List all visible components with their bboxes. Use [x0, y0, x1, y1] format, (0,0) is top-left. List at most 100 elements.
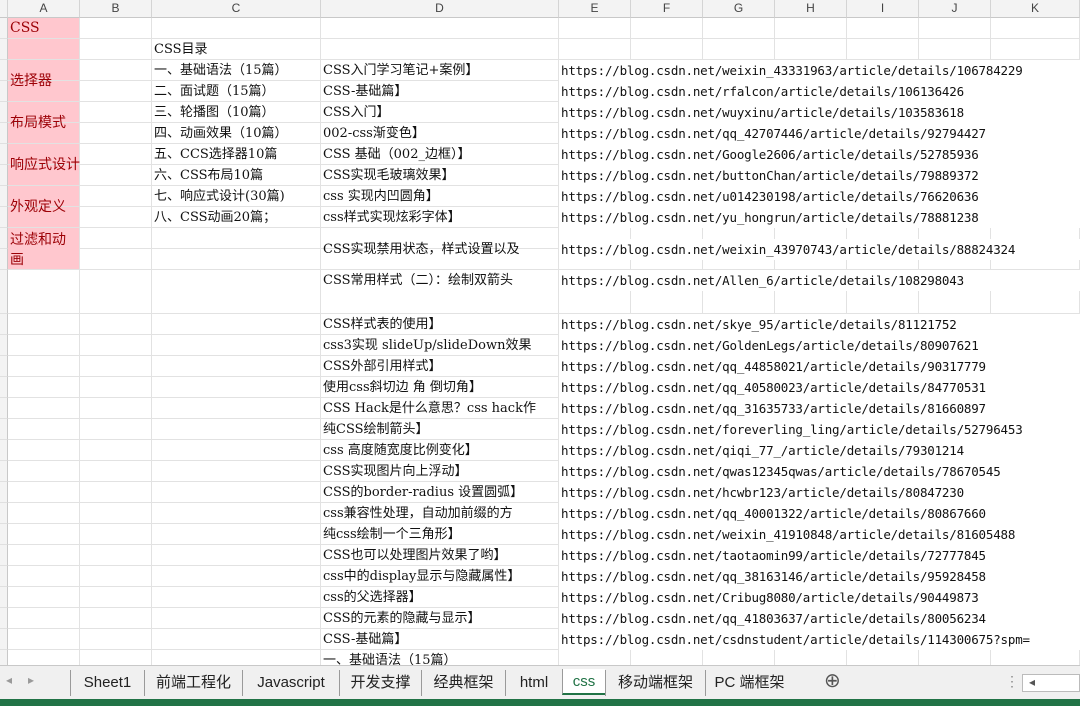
grid-cell[interactable] [80, 398, 152, 419]
article-url[interactable]: https://blog.csdn.net/hcwbr123/article/d… [559, 482, 1080, 503]
grid-cell[interactable] [80, 419, 152, 440]
article-url[interactable]: https://blog.csdn.net/qq_44858021/articl… [559, 356, 1080, 377]
grid-cell[interactable] [152, 566, 321, 587]
grid-cell[interactable] [80, 186, 152, 207]
category-cell[interactable] [8, 39, 80, 60]
column-header-g[interactable]: G [703, 0, 775, 18]
grid-cell[interactable] [80, 608, 152, 629]
spreadsheet-grid[interactable]: A B C D E F G H I J K CSS 选择器 布局模式 响应式设计 外观定义 过滤和动画 CSS目录… [0, 0, 1080, 665]
row-header[interactable] [0, 356, 8, 377]
grid-cell[interactable] [80, 144, 152, 165]
grid-cell[interactable] [8, 335, 80, 356]
grid-cell[interactable] [152, 524, 321, 545]
row-header[interactable] [0, 81, 8, 102]
grid-cell[interactable] [152, 545, 321, 566]
grid-cell[interactable] [8, 398, 80, 419]
row-header[interactable] [0, 440, 8, 461]
column-header-c[interactable]: C [152, 0, 321, 18]
row-header[interactable] [0, 102, 8, 123]
grid-cell[interactable] [631, 39, 703, 60]
row-header[interactable] [0, 524, 8, 545]
grid-cell[interactable] [80, 81, 152, 102]
grid-cell[interactable] [80, 440, 152, 461]
article-url[interactable]: https://blog.csdn.net/csdnstudent/articl… [559, 629, 1080, 650]
article-url[interactable]: https://blog.csdn.net/yu_hongrun/article… [559, 207, 1080, 228]
row-header[interactable] [0, 18, 8, 39]
grid-cell[interactable] [80, 524, 152, 545]
grid-cell[interactable] [559, 39, 631, 60]
row-header[interactable] [0, 186, 8, 207]
sheet-tab-经典框架[interactable]: 经典框架 [421, 670, 505, 696]
grid-cell[interactable] [8, 608, 80, 629]
row-header[interactable] [0, 398, 8, 419]
article-url[interactable]: https://blog.csdn.net/qq_38163146/articl… [559, 566, 1080, 587]
grid-cell[interactable] [919, 650, 991, 665]
grid-cell[interactable] [80, 356, 152, 377]
grid-cell[interactable] [152, 398, 321, 419]
grid-cell[interactable] [80, 39, 152, 60]
grid-cell[interactable] [8, 524, 80, 545]
grid-cell[interactable] [80, 102, 152, 123]
article-url[interactable]: https://blog.csdn.net/foreverling_ling/a… [559, 419, 1080, 440]
article-url[interactable]: https://blog.csdn.net/weixin_43970743/ar… [559, 238, 1080, 260]
column-header-i[interactable]: I [847, 0, 919, 18]
grid-cell[interactable] [775, 39, 847, 60]
grid-cell[interactable] [152, 335, 321, 356]
next-sheet-icon[interactable]: ▸ [28, 673, 34, 687]
grid-cell[interactable] [80, 650, 152, 665]
grid-cell[interactable] [152, 314, 321, 335]
grid-cell[interactable] [847, 39, 919, 60]
sheet-tab-css[interactable]: css [562, 669, 605, 695]
add-sheet-icon[interactable]: ⊕ [824, 668, 841, 693]
column-header-b[interactable]: B [80, 0, 152, 18]
grid-cell[interactable] [152, 461, 321, 482]
row-header[interactable] [0, 314, 8, 335]
article-url[interactable]: https://blog.csdn.net/qwas12345qwas/arti… [559, 461, 1080, 482]
article-url[interactable]: https://blog.csdn.net/Google2606/article… [559, 144, 1080, 165]
grid-cell[interactable] [152, 356, 321, 377]
grid-cell[interactable] [152, 650, 321, 665]
row-header[interactable] [0, 482, 8, 503]
grid-cell[interactable] [775, 18, 847, 39]
article-url[interactable]: https://blog.csdn.net/qiqi_77_/article/d… [559, 440, 1080, 461]
grid-cell[interactable] [8, 650, 80, 665]
grid-cell[interactable] [321, 39, 559, 60]
grid-cell[interactable] [152, 249, 321, 270]
prev-sheet-icon[interactable]: ◂ [6, 673, 12, 687]
grid-cell[interactable] [991, 650, 1080, 665]
row-header[interactable] [0, 228, 8, 249]
sheet-tab-开发支撑[interactable]: 开发支撑 [339, 670, 421, 696]
grid-cell[interactable] [152, 419, 321, 440]
grid-cell[interactable] [152, 440, 321, 461]
article-url[interactable]: https://blog.csdn.net/GoldenLegs/article… [559, 335, 1080, 356]
grid-cell[interactable] [8, 482, 80, 503]
sheet-tab-前端工程化[interactable]: 前端工程化 [144, 670, 242, 696]
row-header[interactable] [0, 566, 8, 587]
grid-cell[interactable] [8, 419, 80, 440]
scroll-left-icon[interactable]: ◂ [1029, 675, 1035, 689]
article-url[interactable]: https://blog.csdn.net/qq_40580023/articl… [559, 377, 1080, 398]
article-url[interactable]: https://blog.csdn.net/taotaomin99/articl… [559, 545, 1080, 566]
grid-cell[interactable] [80, 566, 152, 587]
grid-cell[interactable] [80, 629, 152, 650]
grid-cell[interactable] [559, 650, 631, 665]
row-header[interactable] [0, 650, 8, 665]
grid-cell[interactable] [152, 377, 321, 398]
row-header[interactable] [0, 249, 8, 270]
sheet-tab-pc-端框架[interactable]: PC 端框架 [705, 670, 793, 696]
grid-cell[interactable] [152, 587, 321, 608]
sheet-tab-javascript[interactable]: Javascript [242, 670, 339, 696]
grid-cell[interactable] [321, 18, 559, 39]
grid-cell[interactable] [8, 461, 80, 482]
grid-cell[interactable] [991, 39, 1080, 60]
select-all-corner[interactable] [0, 0, 8, 18]
grid-cell[interactable] [8, 440, 80, 461]
row-header[interactable] [0, 587, 8, 608]
grid-cell[interactable] [8, 314, 80, 335]
article-url[interactable]: https://blog.csdn.net/weixin_41910848/ar… [559, 524, 1080, 545]
grid-cell[interactable] [80, 377, 152, 398]
article-url[interactable]: https://blog.csdn.net/wuyxinu/article/de… [559, 102, 1080, 123]
grid-cell[interactable] [152, 608, 321, 629]
horizontal-scrollbar[interactable]: ◂ [1022, 674, 1080, 692]
grid-cell[interactable] [80, 228, 152, 249]
